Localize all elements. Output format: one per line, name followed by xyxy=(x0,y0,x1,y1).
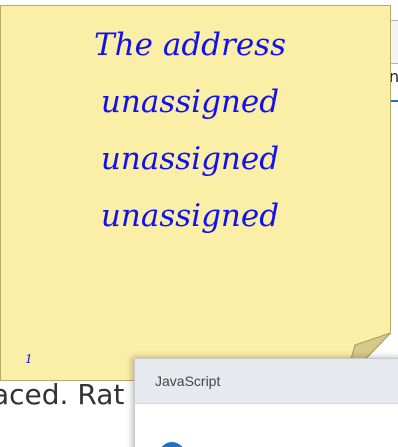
sticky-note[interactable]: The address unassigned unassigned unassi… xyxy=(0,5,391,381)
sticky-note-number: 1 xyxy=(25,352,33,366)
background-page-text: aced. Rat xyxy=(0,378,125,411)
info-icon xyxy=(159,442,185,447)
note-line: unassigned xyxy=(100,198,280,234)
sticky-note-text: The address unassigned unassigned unassi… xyxy=(0,17,380,245)
note-line: unassigned xyxy=(100,84,280,120)
javascript-dialog[interactable]: JavaScript xyxy=(134,358,398,447)
note-line: unassigned xyxy=(100,141,280,177)
screen: n aced. Rat The address unassigned unass… xyxy=(0,0,398,447)
note-line: The address xyxy=(94,27,286,63)
dialog-title: JavaScript xyxy=(155,373,221,389)
